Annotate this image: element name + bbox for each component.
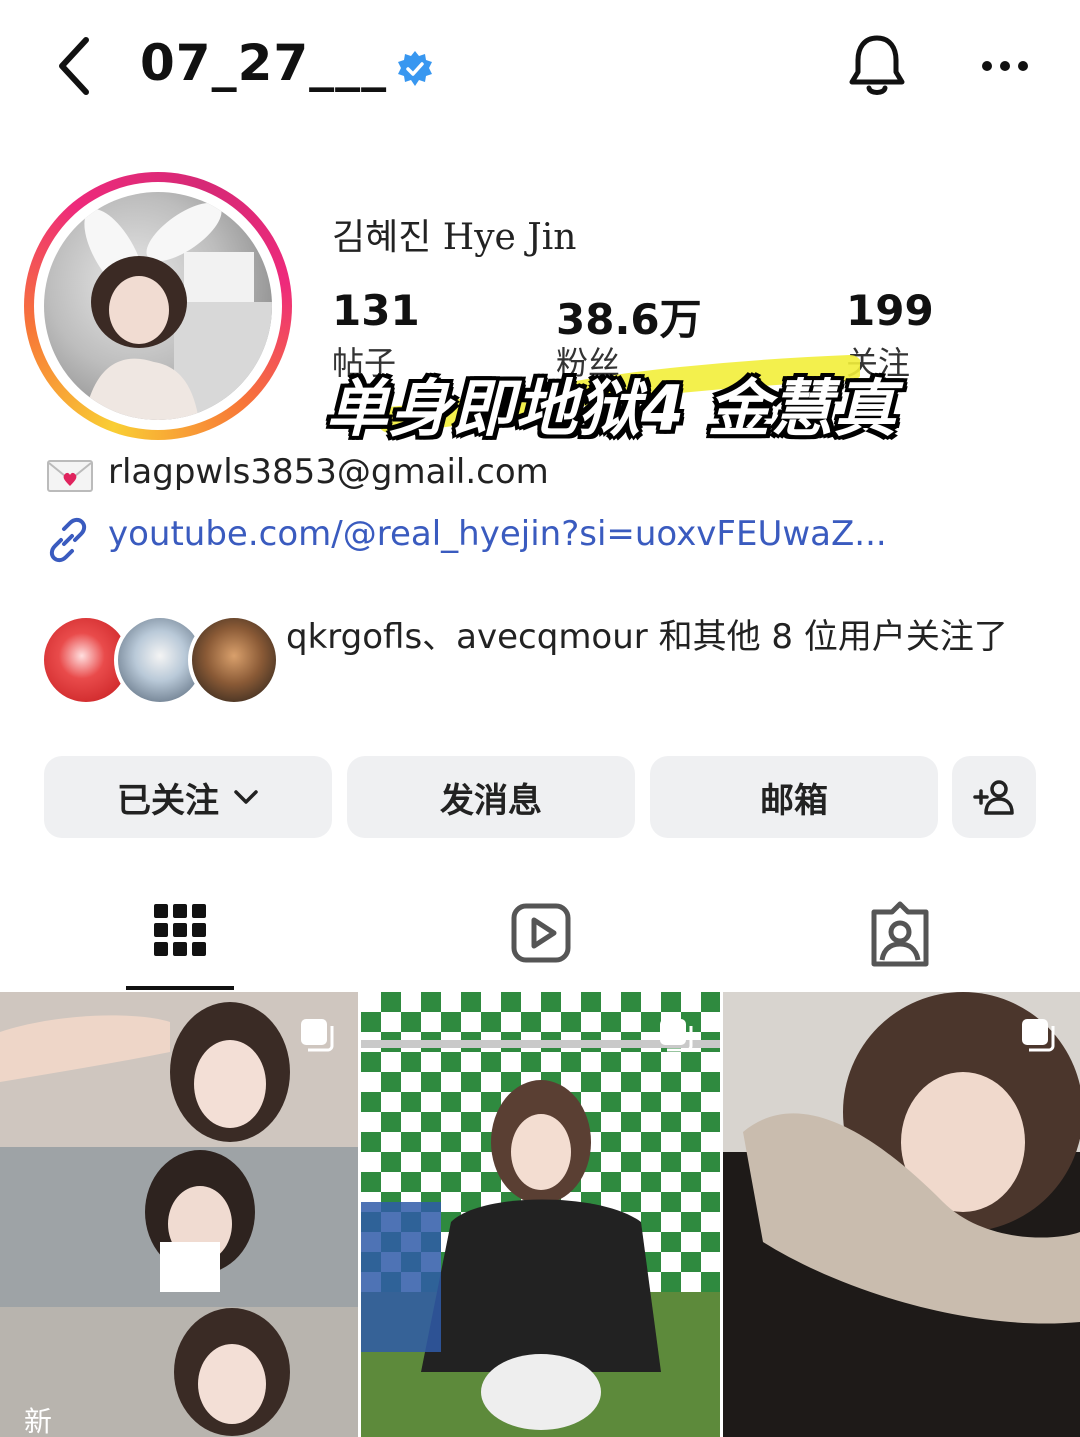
tab-reels[interactable] <box>504 898 580 974</box>
message-button[interactable]: 发消息 <box>347 756 635 838</box>
email-button-label: 邮箱 <box>760 780 828 821</box>
email-button[interactable]: 邮箱 <box>650 756 938 838</box>
more-options-button[interactable] <box>978 46 1032 86</box>
profile-link[interactable]: youtube.com/@real_hyejin?si=uoxvFEUwaZ..… <box>108 514 887 554</box>
bell-icon <box>849 35 905 95</box>
followed-by-text[interactable]: qkrgofls、avecqmour 和其他 8 位用户关注了 <box>286 612 1026 662</box>
posts-count[interactable]: 131 <box>332 286 420 335</box>
profile-username: 07_27___ <box>140 34 388 92</box>
overlay-caption: 单身即地狱4 金慧真 <box>326 372 897 445</box>
multiple-posts-icon <box>301 1019 334 1052</box>
avatar-story-ring[interactable] <box>24 172 292 440</box>
new-post-badge: 新 <box>24 1405 53 1437</box>
post-thumbnail[interactable]: 新 <box>0 992 358 1437</box>
reels-icon <box>511 903 571 963</box>
profile-full-name: 김혜진 Hye Jin <box>332 217 577 258</box>
contact-email[interactable]: rlagpwls3853@gmail.com <box>108 452 549 492</box>
following-button-label: 已关注 <box>117 780 219 821</box>
grid-icon <box>154 904 206 956</box>
link-icon <box>44 516 92 564</box>
following-button[interactable]: 已关注 <box>44 756 332 838</box>
tagged-icon <box>871 901 929 967</box>
verified-badge-icon <box>396 50 434 88</box>
love-letter-icon <box>46 458 94 494</box>
suggest-users-button[interactable] <box>952 756 1036 838</box>
add-user-icon <box>973 780 1014 815</box>
mutual-follower-avatar[interactable] <box>188 614 280 706</box>
message-button-label: 发消息 <box>440 780 542 821</box>
active-tab-indicator <box>126 986 234 990</box>
tab-posts-grid[interactable] <box>126 898 234 990</box>
avatar <box>44 192 272 420</box>
following-count[interactable]: 199 <box>846 286 934 335</box>
post-thumbnail[interactable] <box>361 992 720 1437</box>
chevron-left-icon <box>59 37 89 95</box>
multiple-posts-icon <box>660 1019 693 1052</box>
notifications-button[interactable] <box>846 32 908 100</box>
back-button[interactable] <box>48 30 108 102</box>
post-thumbnail[interactable] <box>723 992 1080 1437</box>
multiple-posts-icon <box>1022 1019 1055 1052</box>
tab-tagged[interactable] <box>862 898 938 974</box>
more-horizontal-icon <box>982 61 1028 71</box>
chevron-down-icon <box>234 790 258 804</box>
